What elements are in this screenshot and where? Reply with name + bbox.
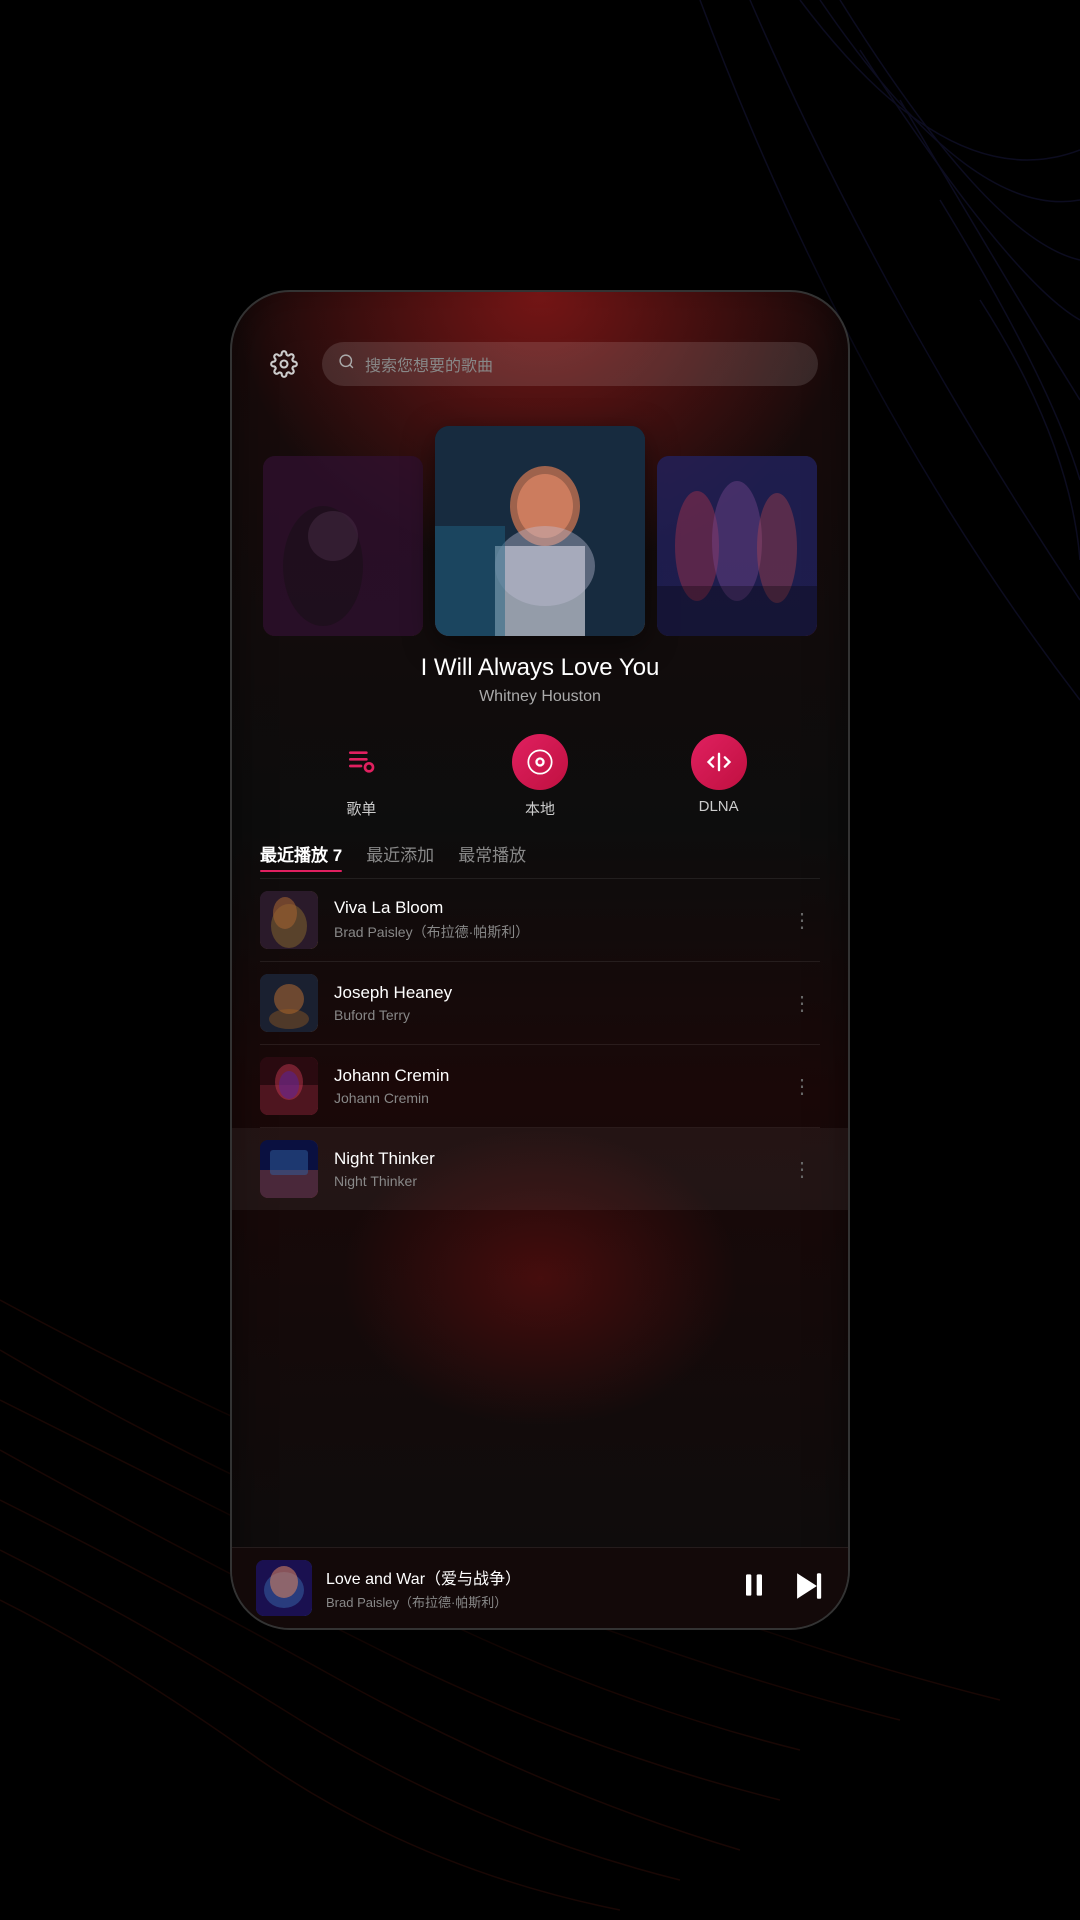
now-playing-artist: Brad Paisley（布拉德·帕斯利） xyxy=(326,1592,724,1611)
song-details-0: Viva La Bloom Brad Paisley（布拉德·帕斯利） xyxy=(334,898,768,942)
search-placeholder: 搜索您想要的歌曲 xyxy=(365,352,493,376)
nav-dlna[interactable]: DLNA xyxy=(691,734,747,819)
album-card-center[interactable] xyxy=(435,426,645,636)
now-playing-title: Love and War（爱与战争） xyxy=(326,1565,724,1589)
more-button-2[interactable]: ⋮ xyxy=(784,1066,820,1107)
nav-local-label: 本地 xyxy=(525,798,555,819)
song-item-1[interactable]: Joseph Heaney Buford Terry ⋮ xyxy=(232,962,848,1044)
song-info: I Will Always Love You Whitney Houston xyxy=(232,636,848,714)
album-carousel xyxy=(232,406,848,636)
song-artist-2: Johann Cremin xyxy=(334,1090,768,1106)
settings-button[interactable] xyxy=(262,342,306,386)
featured-song-title: I Will Always Love You xyxy=(252,654,828,682)
nav-playlist[interactable]: 歌单 xyxy=(333,734,389,819)
tabs-section: 最近播放 7 最近添加 最常播放 xyxy=(232,829,848,878)
more-button-3[interactable]: ⋮ xyxy=(784,1149,820,1190)
now-playing-bar[interactable]: Love and War（爱与战争） Brad Paisley（布拉德·帕斯利） xyxy=(232,1547,848,1628)
song-details-2: Johann Cremin Johann Cremin xyxy=(334,1066,768,1106)
song-thumb-1 xyxy=(260,974,318,1032)
tab-frequent[interactable]: 最常播放 xyxy=(458,841,526,872)
tab-recent[interactable]: 最近播放 7 xyxy=(260,841,342,872)
playback-controls xyxy=(738,1569,824,1608)
featured-song-artist: Whitney Houston xyxy=(252,688,828,706)
song-item-0[interactable]: Viva La Bloom Brad Paisley（布拉德·帕斯利） ⋮ xyxy=(232,879,848,961)
header: 搜索您想要的歌曲 xyxy=(232,292,848,406)
search-icon xyxy=(338,353,355,375)
more-button-1[interactable]: ⋮ xyxy=(784,983,820,1024)
nav-icons: 歌单 本地 xyxy=(232,714,848,829)
song-title-2: Johann Cremin xyxy=(334,1066,768,1086)
song-artist-1: Buford Terry xyxy=(334,1007,768,1023)
song-thumb-2 xyxy=(260,1057,318,1115)
song-item-3[interactable]: Night Thinker Night Thinker ⋮ xyxy=(232,1128,848,1210)
next-button[interactable] xyxy=(790,1569,824,1608)
song-item-2[interactable]: Johann Cremin Johann Cremin ⋮ xyxy=(232,1045,848,1127)
album-card-left[interactable] xyxy=(263,456,423,636)
song-title-3: Night Thinker xyxy=(334,1149,768,1169)
search-bar[interactable]: 搜索您想要的歌曲 xyxy=(322,342,818,386)
nav-dlna-label: DLNA xyxy=(699,798,739,815)
pause-button[interactable] xyxy=(738,1569,770,1607)
more-button-0[interactable]: ⋮ xyxy=(784,900,820,941)
song-artist-0: Brad Paisley（布拉德·帕斯利） xyxy=(334,922,768,942)
local-icon xyxy=(512,734,568,790)
song-details-1: Joseph Heaney Buford Terry xyxy=(334,983,768,1023)
now-playing-thumb xyxy=(256,1560,312,1616)
song-thumb-0 xyxy=(260,891,318,949)
song-title-0: Viva La Bloom xyxy=(334,898,768,918)
album-card-right[interactable] xyxy=(657,456,817,636)
nav-playlist-label: 歌单 xyxy=(346,798,376,819)
phone-frame: 搜索您想要的歌曲 xyxy=(230,290,850,1630)
song-artist-3: Night Thinker xyxy=(334,1173,768,1189)
now-playing-info: Love and War（爱与战争） Brad Paisley（布拉德·帕斯利） xyxy=(326,1565,724,1611)
song-title-1: Joseph Heaney xyxy=(334,983,768,1003)
song-list: Viva La Bloom Brad Paisley（布拉德·帕斯利） ⋮ Jo… xyxy=(232,879,848,1547)
playlist-icon xyxy=(333,734,389,790)
song-thumb-3 xyxy=(260,1140,318,1198)
dlna-icon xyxy=(691,734,747,790)
nav-local[interactable]: 本地 xyxy=(512,734,568,819)
tab-added[interactable]: 最近添加 xyxy=(366,841,434,872)
song-details-3: Night Thinker Night Thinker xyxy=(334,1149,768,1189)
